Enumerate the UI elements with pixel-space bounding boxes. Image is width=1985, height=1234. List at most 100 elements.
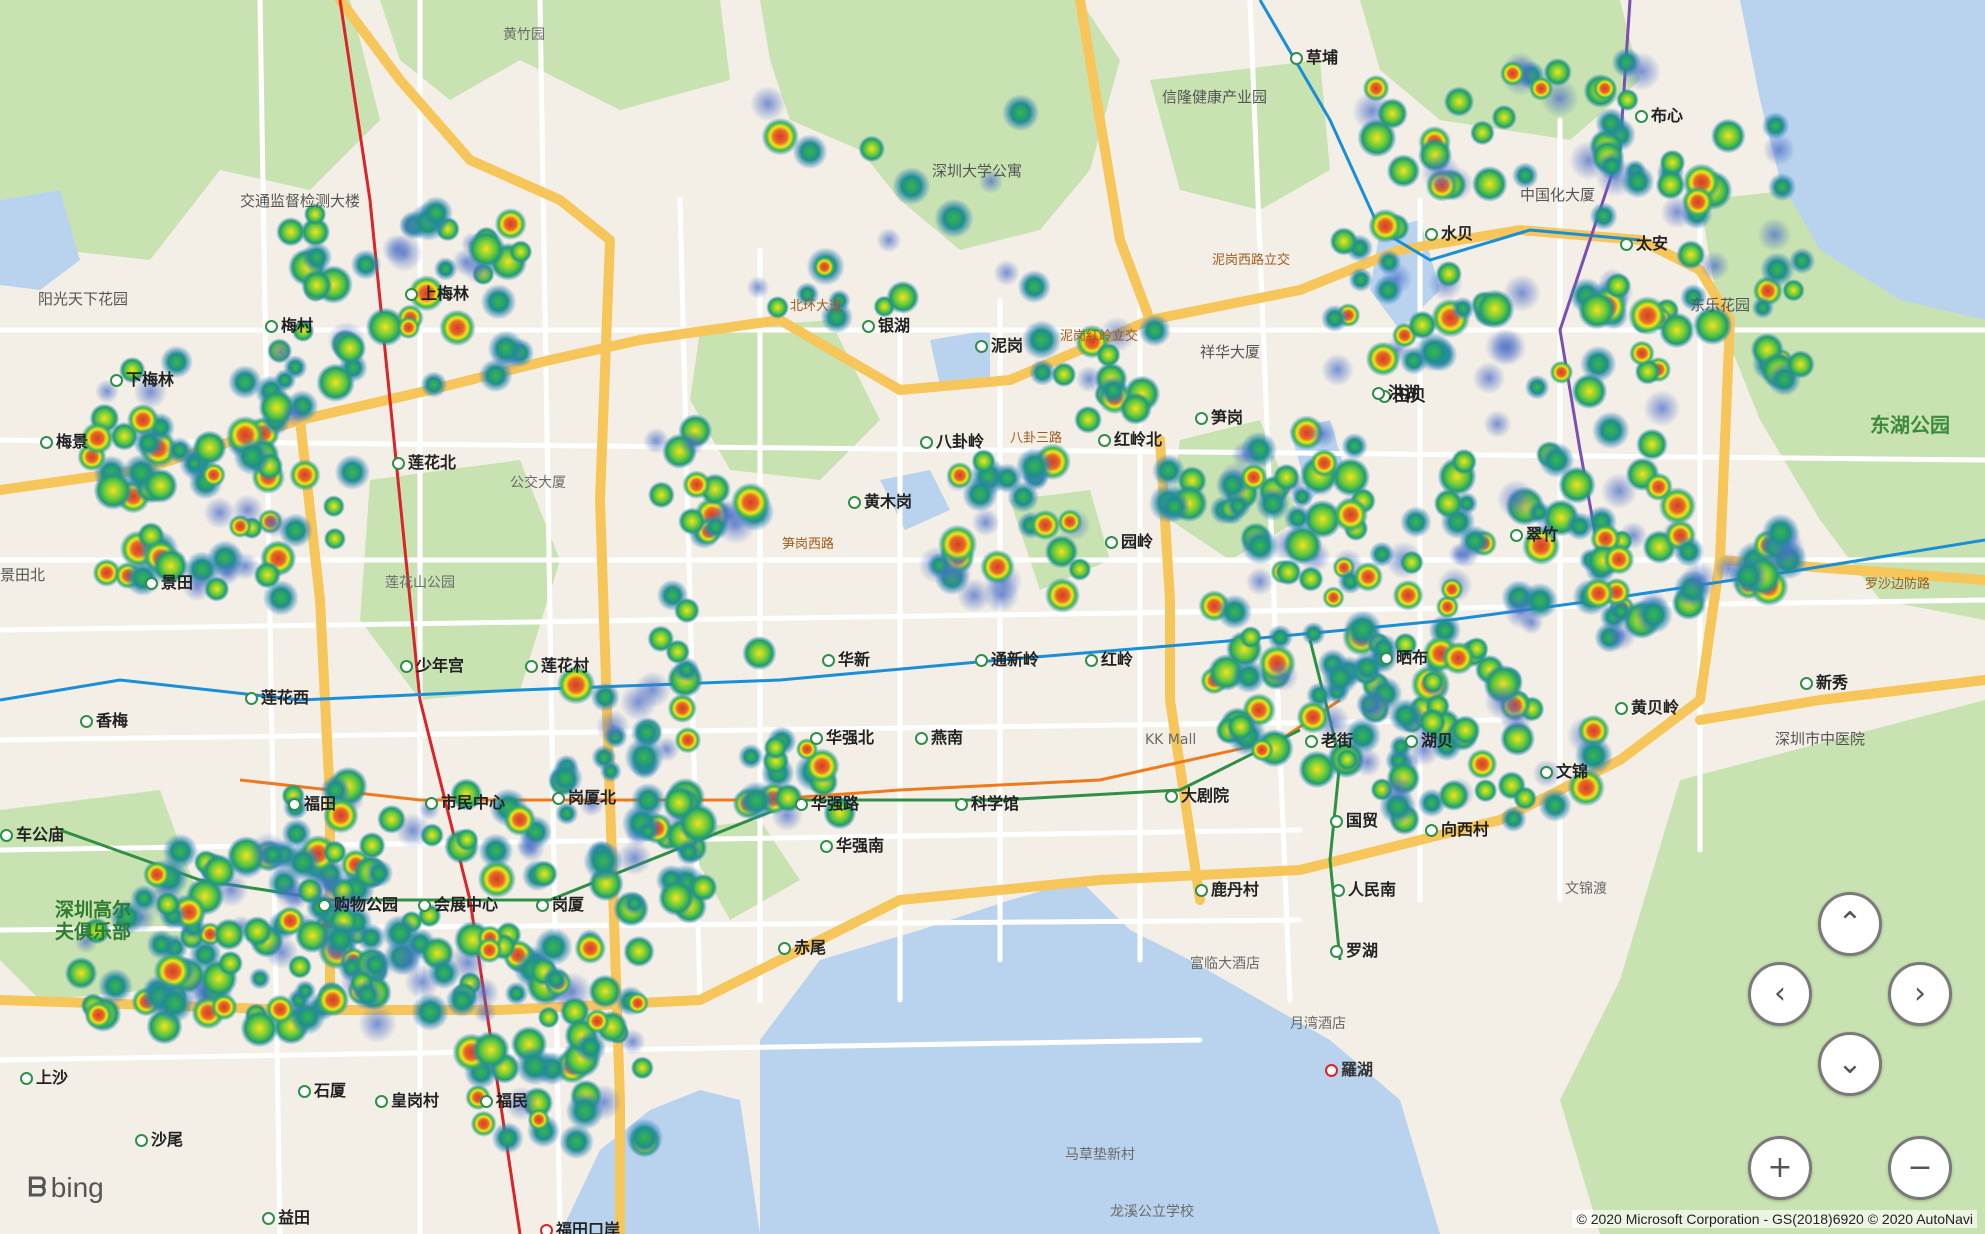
station-label-gangxia[interactable]: 岗厦 (536, 897, 584, 913)
pan-left-button[interactable]: ‹ (1748, 962, 1812, 1026)
road-label-beihuan[interactable]: 北环大道 (790, 300, 842, 313)
station-label-shuibei[interactable]: 水贝 (1425, 226, 1473, 242)
station-label-yitian[interactable]: 益田 (262, 1210, 310, 1226)
station-label-huaqianglu[interactable]: 华强路 (795, 796, 859, 812)
station-label-gouwugongyuan[interactable]: 购物公园 (318, 897, 398, 913)
station-label-shaoniangong[interactable]: 少年宫 (400, 658, 464, 674)
station-label-shaibu[interactable]: 晒布 (1380, 650, 1428, 666)
road-label-bagua[interactable]: 八卦三路 (1010, 432, 1062, 445)
place-label-gongjiao[interactable]: 公交大厦 (510, 476, 566, 490)
heat-point (1068, 557, 1092, 581)
station-label-hubei[interactable]: 湖贝 (1405, 733, 1453, 749)
station-label-xiangxicun[interactable]: 向西村 (1425, 822, 1489, 838)
station-label-caopu[interactable]: 草埔 (1290, 50, 1338, 66)
station-label-luohu[interactable]: 罗湖 (1330, 943, 1378, 959)
place-label-macaodian[interactable]: 马草垫新村 (1065, 1148, 1135, 1162)
station-label-buxin[interactable]: 布心 (1635, 108, 1683, 124)
place-label-lianhuashan[interactable]: 莲花山公园 (385, 576, 455, 590)
station-label-meijing[interactable]: 梅景 (40, 434, 88, 450)
pan-down-button[interactable]: ⌄ (1818, 1032, 1882, 1096)
station-label-ludancun[interactable]: 鹿丹村 (1195, 882, 1259, 898)
station-label-yuanling[interactable]: 园岭 (1105, 534, 1153, 550)
station-label-laojie[interactable]: 老街 (1305, 733, 1353, 749)
station-label-lianhuacun[interactable]: 莲花村 (525, 658, 589, 674)
zoom-in-button[interactable]: + (1748, 1136, 1812, 1200)
station-label-shiminzhongxin[interactable]: 市民中心 (425, 795, 505, 811)
station-label-jingtian[interactable]: 景田 (145, 575, 193, 591)
station-label-lianhuabei[interactable]: 莲花北 (392, 455, 456, 471)
station-label-dajuyuan[interactable]: 大剧院 (1165, 788, 1229, 804)
station-label-bagualing[interactable]: 八卦岭 (920, 434, 984, 450)
place-label-xianghua[interactable]: 祥华大厦 (1200, 345, 1260, 360)
station-label-lianhuaxi[interactable]: 莲花西 (245, 690, 309, 706)
zoom-out-button[interactable]: − (1888, 1136, 1952, 1200)
station-label-huizhanzhongxin[interactable]: 会展中心 (418, 897, 498, 913)
road-label-sungang-xilu[interactable]: 笋岗西路 (782, 538, 834, 551)
station-label-taian[interactable]: 太安 (1620, 236, 1668, 252)
place-label-yangguangtianxia[interactable]: 阳光天下花园 (38, 292, 128, 307)
place-label-yuewan[interactable]: 月湾酒店 (1290, 1017, 1346, 1031)
station-label-huaxin[interactable]: 华新 (822, 652, 870, 668)
station-label-honglingbei[interactable]: 红岭北 (1098, 432, 1162, 448)
station-label-wenjin[interactable]: 文锦 (1540, 764, 1588, 780)
station-label-nigang[interactable]: 泥岗 (975, 338, 1023, 354)
station-label-chiwei[interactable]: 赤尾 (778, 940, 826, 956)
heat-point (1433, 488, 1464, 519)
place-label-xinlong[interactable]: 信隆健康产业园 (1162, 90, 1267, 105)
place-label-jingtianbei[interactable]: 景田北 (0, 568, 45, 583)
place-label-szu-gongyu[interactable]: 深圳大学公寓 (932, 164, 1022, 179)
place-label-dongle[interactable]: 东乐花园 (1690, 298, 1750, 313)
heat-point (1579, 345, 1617, 383)
place-label-longxi[interactable]: 龙溪公立学校 (1110, 1205, 1194, 1219)
station-label-huaqiangbei[interactable]: 华强北 (810, 730, 874, 746)
pan-right-button[interactable]: › (1888, 962, 1952, 1026)
station-label-meicun[interactable]: 梅村 (265, 318, 313, 334)
park-label-golf-club[interactable]: 深圳高尔夫俱乐部 (55, 899, 145, 944)
road-label-nigang-xilu[interactable]: 泥岗西路立交 (1212, 254, 1290, 267)
place-label-zhongyiyuan[interactable]: 深圳市中医院 (1775, 732, 1865, 747)
station-label-gangxiabei[interactable]: 岗厦北 (552, 790, 616, 806)
station-label-huaqiangnan[interactable]: 华强南 (820, 838, 884, 854)
station-label-futiankouan[interactable]: 福田口岸 (540, 1222, 620, 1234)
place-label-kkmall[interactable]: KK Mall (1145, 733, 1196, 747)
station-label-guomao[interactable]: 国贸 (1330, 813, 1378, 829)
station-label-xiameilin[interactable]: 下梅林 (110, 372, 174, 388)
road-label-luosha[interactable]: 罗沙边防路 (1865, 578, 1930, 591)
station-label-renminnan[interactable]: 人民南 (1332, 882, 1396, 898)
station-label-shangsha[interactable]: 上沙 (20, 1070, 68, 1086)
place-label-fulin[interactable]: 富临大酒店 (1190, 957, 1260, 971)
station-label-xiangmei[interactable]: 香梅 (80, 713, 128, 729)
road-label-nigang-hongling[interactable]: 泥岗红岭立交 (1060, 330, 1138, 343)
pan-up-button[interactable]: ⌃ (1818, 892, 1882, 956)
station-label-huanggangcun[interactable]: 皇岗村 (375, 1093, 439, 1109)
station-label-xinxiu[interactable]: 新秀 (1800, 675, 1848, 691)
station-label-futian[interactable]: 福田 (288, 796, 336, 812)
station-label-hongling[interactable]: 红岭 (1085, 652, 1133, 668)
station-label-fumin[interactable]: 福民 (480, 1093, 528, 1109)
place-label-huangzhuyuan[interactable]: 黄竹园 (503, 28, 545, 42)
station-label-shangmeilin[interactable]: 上梅林 (405, 286, 469, 302)
station-label-tongxinling[interactable]: 通新岭 (975, 652, 1039, 668)
station-label-shixia[interactable]: 石厦 (298, 1083, 346, 1099)
place-label-jiaotong[interactable]: 交通监督检测大楼 (240, 194, 360, 209)
station-label-chegongmiao[interactable]: 车公庙 (0, 827, 64, 843)
heat-point (558, 1124, 595, 1160)
station-label-honghu[interactable]: 洪湖 (1372, 385, 1420, 401)
heat-point (673, 597, 700, 624)
park-label-donghu[interactable]: 东湖公园 (1870, 415, 1950, 435)
station-label-cuizhu[interactable]: 翠竹 (1510, 527, 1558, 543)
station-label-huangmugang[interactable]: 黄木岗 (848, 494, 912, 510)
station-label-shawei[interactable]: 沙尾 (135, 1132, 183, 1148)
heat-point (892, 167, 931, 206)
place-label-zhongguohua[interactable]: 中国化大厦 (1520, 188, 1595, 203)
heat-point (667, 693, 697, 724)
station-label-yannan[interactable]: 燕南 (915, 730, 963, 746)
map-viewport[interactable]: 东湖公园 深圳高尔夫俱乐部 莲花北 华新 华强北 燕南 市民中心 岗厦北 会展中… (0, 0, 1985, 1234)
station-label-yinhu[interactable]: 银湖 (862, 318, 910, 334)
place-label-wenjindu[interactable]: 文锦渡 (1565, 882, 1607, 896)
station-label-huangbeiling[interactable]: 黄贝岭 (1615, 700, 1679, 716)
station-label-sungang[interactable]: 笋岗 (1195, 410, 1243, 426)
station-label-kexueguan[interactable]: 科学馆 (955, 796, 1019, 812)
basemap[interactable] (0, 0, 1985, 1234)
place-label-luohu-port[interactable]: 羅湖 (1325, 1062, 1373, 1078)
